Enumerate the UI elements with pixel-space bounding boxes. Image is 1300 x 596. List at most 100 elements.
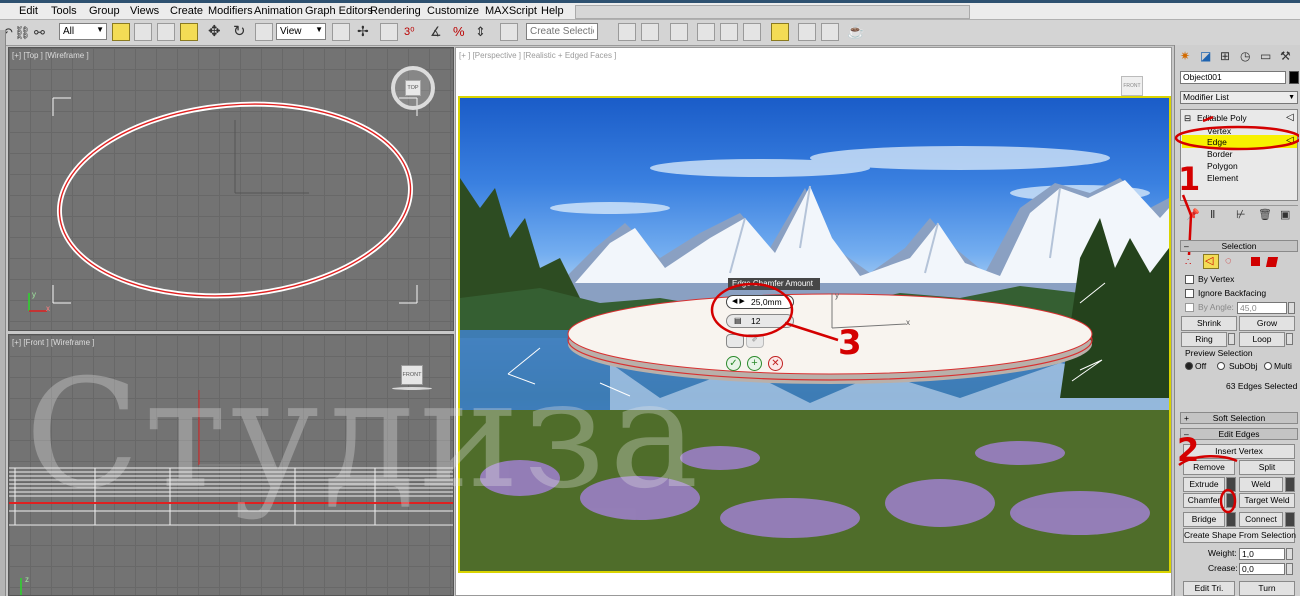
viewcube-top[interactable]: TOP [391, 66, 435, 110]
menu-bar: Edit Tools Group Views Create Modifiers … [0, 3, 1300, 20]
soft-selection-rollout-header[interactable]: + Soft Selection [1180, 412, 1298, 424]
window-crossing-button[interactable] [180, 23, 198, 41]
ring-spinner[interactable] [1228, 333, 1235, 345]
display-tab-icon[interactable]: ▭ [1260, 50, 1271, 63]
by-vertex-checkbox[interactable] [1185, 275, 1194, 284]
preview-multi-radio[interactable] [1264, 362, 1272, 370]
mirror-button[interactable] [618, 23, 636, 41]
reference-coordinate-dropdown[interactable]: View ▼ [276, 23, 326, 40]
angle-spinner[interactable] [1288, 302, 1295, 314]
loop-button[interactable]: Loop [1239, 332, 1285, 347]
shrink-button[interactable]: Shrink [1181, 316, 1237, 331]
ignore-backfacing-checkbox[interactable] [1185, 289, 1194, 298]
preview-off-radio[interactable] [1185, 362, 1193, 370]
loop-spinner[interactable] [1286, 333, 1293, 345]
viewcube-perspective[interactable]: FRONT [1121, 76, 1143, 96]
object-color-swatch[interactable] [1289, 71, 1299, 84]
crease-spinner[interactable] [1286, 563, 1293, 575]
command-panel: ✷ ◪ ⊞ ◷ ▭ ⚒ Object001 Modifier List ▼ ⊟ … [1174, 45, 1300, 596]
left-toolbar-edge [0, 30, 6, 596]
menu-modifiers[interactable]: Modifiers [208, 5, 253, 17]
angle-snap-icon[interactable]: ∡ [430, 25, 442, 38]
menu-tools[interactable]: Tools [51, 5, 77, 17]
selection-rollout-header[interactable]: – Selection [1180, 240, 1298, 252]
rollout-expand-icon: + [1184, 413, 1189, 423]
weight-label: Weight: [1208, 548, 1237, 558]
crease-field[interactable]: 0,0 [1239, 563, 1285, 575]
menu-graph-editors[interactable]: Graph Editors [305, 5, 373, 17]
preview-off-label: Off [1195, 361, 1207, 371]
vertex-subobject-icon[interactable]: ∴ [1185, 256, 1191, 269]
teapot-render-icon[interactable]: ☕ [847, 24, 864, 38]
viewport-perspective-label[interactable]: [+ ] [Perspective ] [Realistic + Edged F… [459, 51, 616, 60]
turn-button[interactable]: Turn [1239, 581, 1295, 596]
annotation-number-1: 1 [1178, 160, 1201, 198]
preview-subobj-radio[interactable] [1217, 362, 1225, 370]
rendered-frame-button[interactable] [821, 23, 839, 41]
layer-manager-button[interactable] [670, 23, 688, 41]
ignore-backfacing-label: Ignore Backfacing [1198, 288, 1267, 298]
menu-customize[interactable]: Customize [427, 5, 479, 17]
element-subobject-icon[interactable] [1265, 257, 1279, 267]
align-button[interactable] [641, 23, 659, 41]
by-angle-label: By Angle: [1198, 302, 1234, 312]
search-strip [575, 5, 970, 19]
render-setup-button[interactable] [798, 23, 816, 41]
main-toolbar: ↶ ⛓ ⚯ All ▼ ✥ ↻ View ▼ ✢ 3⁰ ∡ % ⇕ ☕ [0, 20, 1300, 46]
angle-value-field[interactable]: 45,0 [1237, 302, 1287, 314]
select-by-name-button[interactable] [134, 23, 152, 41]
snap-3d-icon[interactable]: 3⁰ [404, 26, 415, 39]
chevron-down-icon: ▼ [315, 25, 323, 34]
menu-maxscript[interactable]: MAXScript [485, 5, 537, 17]
spinner-snap-icon[interactable]: ⇕ [475, 25, 486, 38]
hierarchy-tab-icon[interactable]: ⊞ [1220, 50, 1230, 63]
move-icon[interactable]: ✥ [208, 24, 221, 39]
keyboard-shortcut-override-button[interactable] [380, 23, 398, 41]
border-subobject-icon[interactable]: ◌ [1225, 255, 1232, 268]
rollout-collapse-icon: – [1184, 241, 1189, 251]
scale-button[interactable] [255, 23, 273, 41]
modifier-list-dropdown[interactable]: Modifier List ▼ [1180, 91, 1298, 104]
manipulate-icon[interactable]: ✢ [357, 24, 369, 38]
edit-named-selection-button[interactable] [500, 23, 518, 41]
crease-label: Crease: [1208, 563, 1238, 573]
material-editor-button[interactable] [771, 23, 789, 41]
motion-tab-icon[interactable]: ◷ [1240, 50, 1250, 63]
percent-snap-icon[interactable]: % [453, 25, 465, 38]
menu-views[interactable]: Views [130, 5, 159, 17]
selection-filter-value: All [63, 26, 75, 37]
utilities-tab-icon[interactable]: ⚒ [1280, 50, 1291, 63]
rotate-icon[interactable]: ↻ [233, 24, 246, 39]
annotation-number-2: 2 [1177, 431, 1200, 469]
modify-tab-icon[interactable]: ◪ [1200, 50, 1211, 63]
schematic-view-button[interactable] [743, 23, 761, 41]
weight-field[interactable]: 1,0 [1239, 548, 1285, 560]
object-name-field[interactable]: Object001 [1180, 71, 1286, 84]
viewcube-top-face[interactable]: TOP [405, 80, 421, 96]
grow-button[interactable]: Grow [1239, 316, 1295, 331]
ring-button[interactable]: Ring [1181, 332, 1227, 347]
unlink-icon[interactable]: ⚯ [34, 26, 45, 39]
soft-selection-title: Soft Selection [1212, 413, 1266, 423]
menu-rendering[interactable]: Rendering [370, 5, 421, 17]
weight-spinner[interactable] [1286, 548, 1293, 560]
link-icon[interactable]: ⛓ [14, 26, 31, 39]
menu-help[interactable]: Help [541, 5, 564, 17]
create-tab-icon[interactable]: ✷ [1180, 50, 1190, 63]
rectangular-selection-button[interactable] [157, 23, 175, 41]
graphite-toggle-button[interactable] [697, 23, 715, 41]
select-object-button[interactable] [112, 23, 130, 41]
menu-create[interactable]: Create [170, 5, 203, 17]
selection-status-text: 63 Edges Selected [1226, 381, 1298, 391]
pivot-center-button[interactable] [332, 23, 350, 41]
menu-group[interactable]: Group [89, 5, 120, 17]
named-selection-set-field[interactable] [526, 23, 598, 40]
viewport-top[interactable]: [+] [Top ] [Wireframe ] y x TOP [8, 47, 454, 331]
curve-editor-button[interactable] [720, 23, 738, 41]
edit-tri-button[interactable]: Edit Tri. [1183, 581, 1235, 596]
menu-animation[interactable]: Animation [254, 5, 303, 17]
polygon-subobject-icon[interactable] [1251, 257, 1260, 266]
selection-filter-dropdown[interactable]: All ▼ [59, 23, 107, 40]
menu-edit[interactable]: Edit [19, 5, 38, 17]
by-angle-checkbox[interactable] [1185, 303, 1194, 312]
